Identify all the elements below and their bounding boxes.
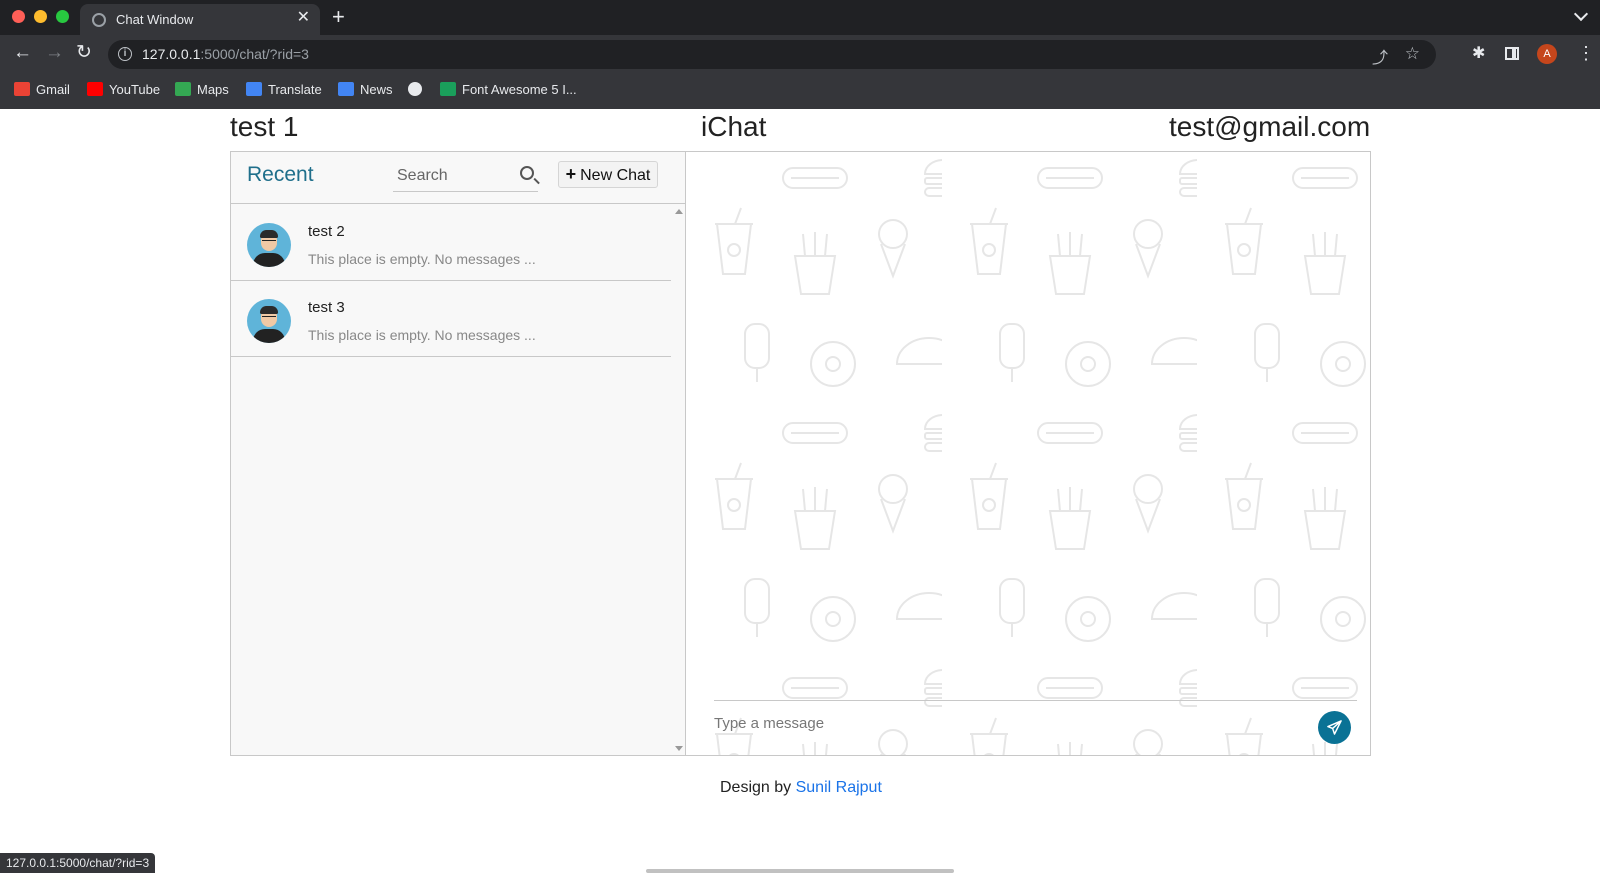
- window-maximize-button[interactable]: [56, 10, 69, 23]
- footer-prefix: Design by: [720, 779, 792, 796]
- scroll-up-arrow-icon[interactable]: [675, 209, 683, 214]
- bookmark-youtube[interactable]: YouTube: [87, 82, 160, 97]
- globe-icon: [408, 82, 422, 96]
- current-user-name: test 1: [230, 111, 299, 142]
- window-close-button[interactable]: [12, 10, 25, 23]
- chevron-down-icon[interactable]: [1573, 6, 1589, 22]
- plus-icon: +: [565, 164, 577, 184]
- bookmark-translate[interactable]: Translate: [246, 82, 322, 97]
- footer-credit: Design by Sunil Rajput: [720, 779, 882, 797]
- back-arrow-icon[interactable]: ←: [13, 42, 32, 64]
- chat-list-item[interactable]: test 2 This place is empty. No messages …: [231, 205, 671, 281]
- globe-icon: [92, 13, 106, 27]
- extensions-puzzle-icon[interactable]: ✱: [1472, 43, 1485, 63]
- close-tab-icon[interactable]: ✕: [297, 9, 310, 27]
- browser-toolbar: ← → ↻ i 127.0.0.1:5000/chat/?rid=3 ⤴ ☆ ✱…: [0, 35, 1600, 73]
- message-input[interactable]: [714, 708, 1304, 738]
- recent-title: Recent: [247, 163, 314, 186]
- bookmarks-bar: Gmail YouTube Maps Translate News Font A…: [0, 73, 1600, 109]
- page-content: test 1 iChat test@gmail.com Recent +New …: [0, 109, 1600, 873]
- chat-window: Recent +New Chat test 2 This place is em…: [230, 151, 1371, 756]
- chat-contact-name: test 2: [308, 223, 345, 240]
- send-button[interactable]: [1318, 711, 1351, 744]
- horizontal-scrollbar[interactable]: [646, 869, 954, 873]
- window-minimize-button[interactable]: [34, 10, 47, 23]
- youtube-icon: [87, 82, 103, 96]
- side-panel-icon[interactable]: [1505, 47, 1519, 60]
- scroll-down-arrow-icon[interactable]: [675, 746, 683, 751]
- avatar: [247, 299, 291, 343]
- chat-list-item[interactable]: test 3 This place is empty. No messages …: [231, 281, 671, 357]
- chat-list: test 2 This place is empty. No messages …: [231, 205, 671, 755]
- chat-last-message: This place is empty. No messages ...: [308, 327, 536, 343]
- forward-arrow-icon[interactable]: →: [45, 42, 64, 64]
- new-tab-button[interactable]: +: [332, 4, 345, 30]
- search-icon[interactable]: [520, 166, 534, 180]
- translate-icon: [246, 82, 262, 96]
- chat-last-message: This place is empty. No messages ...: [308, 251, 536, 267]
- app-title: iChat: [701, 111, 767, 142]
- recent-header: Recent +New Chat: [231, 152, 686, 204]
- bookmark-star-icon[interactable]: ☆: [1405, 44, 1420, 64]
- bookmark-news[interactable]: News: [338, 82, 393, 97]
- paper-plane-icon: [1327, 720, 1342, 735]
- search-input[interactable]: [397, 164, 505, 188]
- chat-contact-name: test 3: [308, 299, 345, 316]
- address-bar[interactable]: i 127.0.0.1:5000/chat/?rid=3 ⤴ ☆: [108, 40, 1436, 69]
- author-link[interactable]: Sunil Rajput: [796, 779, 882, 796]
- tab-title: Chat Window: [116, 12, 194, 27]
- current-user-email: test@gmail.com: [1169, 111, 1371, 142]
- browser-tab-active[interactable]: Chat Window ✕: [80, 4, 320, 35]
- share-icon[interactable]: ⤴: [1372, 44, 1388, 68]
- status-bar-url: 127.0.0.1:5000/chat/?rid=3: [0, 853, 156, 873]
- site-info-icon[interactable]: i: [118, 47, 132, 61]
- url-text: 127.0.0.1:5000/chat/?rid=3: [142, 46, 309, 62]
- fontawesome-icon: [440, 82, 456, 96]
- reload-icon[interactable]: ↻: [76, 42, 92, 64]
- maps-icon: [175, 82, 191, 96]
- chat-list-scrollbar[interactable]: [672, 205, 685, 755]
- avatar: [247, 223, 291, 267]
- conversation-panel: [687, 152, 1370, 755]
- profile-avatar[interactable]: A: [1537, 44, 1557, 64]
- bookmark-gmail[interactable]: Gmail: [14, 82, 70, 97]
- doodle-background: [687, 152, 1370, 755]
- gmail-icon: [14, 82, 30, 96]
- message-divider: [714, 700, 1357, 701]
- search-box: [393, 160, 538, 192]
- new-chat-button[interactable]: + New Chat: [558, 161, 658, 188]
- kebab-menu-icon[interactable]: ⋮: [1577, 42, 1595, 64]
- browser-tab-bar: Chat Window ✕ +: [0, 0, 1600, 35]
- bookmark-maps[interactable]: Maps: [175, 82, 229, 97]
- recent-chats-panel: Recent +New Chat test 2 This place is em…: [231, 152, 686, 755]
- new-chat-label: New Chat: [580, 167, 651, 184]
- bookmark-globe[interactable]: [408, 82, 428, 97]
- news-icon: [338, 82, 354, 96]
- bookmark-font-awesome[interactable]: Font Awesome 5 I...: [440, 82, 577, 97]
